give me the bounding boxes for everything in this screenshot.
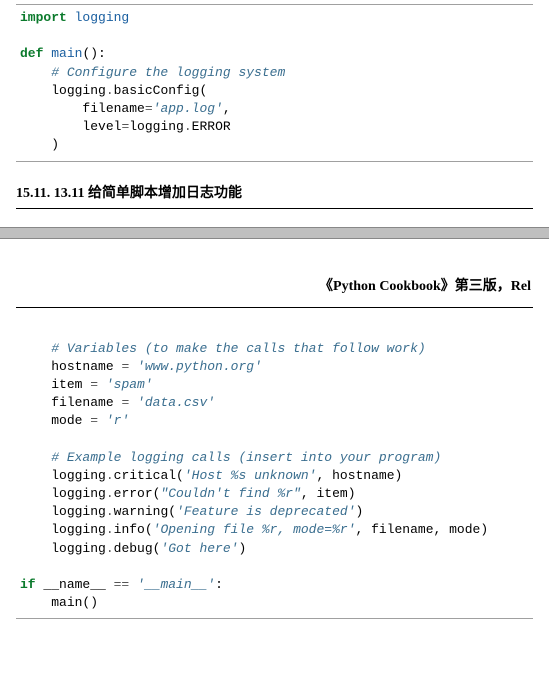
var-filename: filename: [51, 395, 113, 410]
kw-def: def: [20, 46, 43, 61]
dot: .: [106, 541, 114, 556]
kw-if: if: [20, 577, 36, 592]
logging-info: logging: [51, 522, 106, 537]
str-filename: 'data.csv': [137, 395, 215, 410]
var-mode: mode: [51, 413, 82, 428]
level-error: ERROR: [192, 119, 231, 134]
dot: .: [106, 522, 114, 537]
call-basicconfig: basicConfig(: [114, 83, 208, 98]
str-hostname: 'www.python.org': [137, 359, 262, 374]
call-info: info(: [114, 522, 153, 537]
var-hostname: hostname: [51, 359, 113, 374]
comma: ,: [223, 101, 231, 116]
call-logging: logging: [51, 83, 106, 98]
eq: =: [114, 359, 137, 374]
dot: .: [106, 504, 114, 519]
str-opening-file: 'Opening file %r, mode=%r': [153, 522, 356, 537]
comment-variables: # Variables (to make the calls that foll…: [51, 341, 425, 356]
close-paren: ): [51, 137, 59, 152]
str-host-unknown: 'Host %s unknown': [184, 468, 317, 483]
paren: ():: [82, 46, 105, 61]
logging-debug: logging: [51, 541, 106, 556]
var-item: item: [51, 377, 82, 392]
func-main: main: [51, 46, 82, 61]
code-block-1: import logging def main(): # Configure t…: [16, 4, 533, 162]
close: ): [356, 504, 364, 519]
dot: .: [106, 486, 114, 501]
str-couldnt-find: "Couldn't find %r": [160, 486, 300, 501]
call-error: error(: [114, 486, 161, 501]
eq: =: [114, 395, 137, 410]
str-main: '__main__': [137, 577, 215, 592]
code-block-2: # Variables (to make the calls that foll…: [16, 336, 533, 620]
space: [129, 577, 137, 592]
eq: =: [82, 413, 105, 428]
str-got-here: 'Got here': [160, 541, 238, 556]
args-hostname: , hostname): [316, 468, 402, 483]
call-warning: warning(: [114, 504, 176, 519]
close: ): [238, 541, 246, 556]
name-dunder: __name__: [36, 577, 114, 592]
colon: :: [215, 577, 223, 592]
arg-filename: filename: [82, 101, 144, 116]
eqeq: ==: [114, 577, 130, 592]
page-break: [0, 227, 549, 239]
call-main: main(): [51, 595, 98, 610]
str-deprecated: 'Feature is deprecated': [176, 504, 355, 519]
comment-configure: # Configure the logging system: [51, 65, 285, 80]
page-lower: 《Python Cookbook》第三版，Rel # Variables (to…: [0, 275, 549, 620]
logging-ref: logging: [129, 119, 184, 134]
dot: .: [106, 468, 114, 483]
args-file-mode: , filename, mode): [356, 522, 489, 537]
page-upper: import logging def main(): # Configure t…: [0, 0, 549, 209]
section-heading: 15.11. 13.11 给简单脚本增加日志功能: [16, 176, 533, 209]
module-logging: logging: [75, 10, 130, 25]
logging-err: logging: [51, 486, 106, 501]
dot: .: [184, 119, 192, 134]
comment-example: # Example logging calls (insert into you…: [51, 450, 441, 465]
arg-level: level: [82, 119, 121, 134]
kw-import: import: [20, 10, 67, 25]
page-header: 《Python Cookbook》第三版，Rel: [16, 275, 533, 308]
dot: .: [106, 83, 114, 98]
logging-warn: logging: [51, 504, 106, 519]
call-critical: critical(: [114, 468, 184, 483]
logging-crit: logging: [51, 468, 106, 483]
str-mode: 'r': [106, 413, 129, 428]
eq: =: [145, 101, 153, 116]
call-debug: debug(: [114, 541, 161, 556]
eq: =: [82, 377, 105, 392]
str-item: 'spam': [106, 377, 153, 392]
args-item: , item): [301, 486, 356, 501]
str-applog: 'app.log': [153, 101, 223, 116]
